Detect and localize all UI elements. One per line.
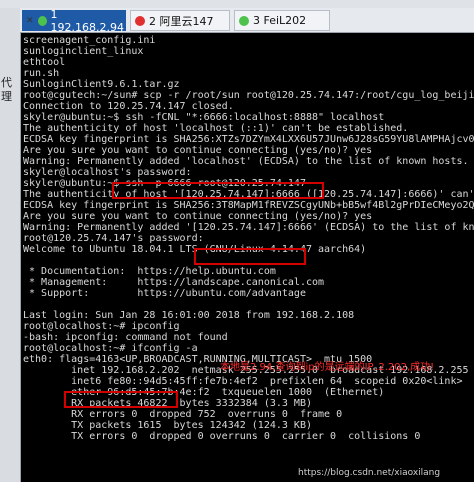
left-sidebar-panel: 代 理: [0, 8, 21, 482]
terminal-line: skyler@localhost's password:: [23, 167, 192, 178]
terminal-line: Are you sure you want to continue connec…: [23, 211, 373, 222]
terminal-line: Warning: Permanently added '[120.25.74.1…: [23, 222, 474, 233]
terminal-line: ECDSA key fingerprint is SHA256:XTZs7DZY…: [23, 134, 474, 145]
terminal-line: * Management: https://landscape.canonica…: [23, 277, 325, 288]
terminal-line: root@120.25.74.147's password:: [23, 233, 204, 244]
tab-label: 2 阿里云147: [149, 14, 214, 28]
annotation-note: 本地是2.94,查询到ip的是远端的IP..2.202,成功!: [220, 362, 435, 373]
terminal-line: Last login: Sun Jan 28 16:01:00 2018 fro…: [23, 310, 355, 321]
tab-label: 3 FeiL202: [253, 14, 307, 27]
terminal-line: sunloginclient_linux: [23, 46, 144, 57]
tab-session-3[interactable]: 3 FeiL202: [234, 10, 330, 31]
highlight-password-field: [194, 248, 306, 265]
terminal-line: inet6 fe80::94d5:45ff:fe7b:4ef2 prefixle…: [23, 376, 463, 387]
terminal-line: * Documentation: https://help.ubuntu.com: [23, 266, 276, 277]
highlight-inet-address: [64, 391, 178, 408]
terminal-line: The authenticity of host 'localhost (::1…: [23, 123, 409, 134]
terminal-line: ethtool: [23, 57, 66, 68]
status-dot-icon: [135, 15, 145, 26]
terminal-line: screenagent_config.ini: [23, 35, 156, 46]
highlight-ssh-command: [112, 182, 324, 199]
terminal-line: root@localhost:~# ipconfig: [23, 321, 180, 332]
terminal-line: ECDSA key fingerprint is SHA256:3T8MapM1…: [23, 200, 474, 211]
terminal-line: Warning: Permanently added 'localhost' (…: [23, 156, 469, 167]
status-dot-icon: [239, 15, 249, 26]
terminal-line: RX errors 0 dropped 752 overruns 0 frame…: [23, 409, 343, 420]
tab-session-1[interactable]: ✕ 1 192.168.2.94: [22, 7, 126, 34]
terminal-line: run.sh: [23, 68, 60, 79]
session-tab-bar: ✕ 1 192.168.2.94 2 阿里云147 3 FeiL202: [20, 7, 474, 34]
close-icon[interactable]: ✕: [26, 16, 34, 26]
terminal-line: skyler@ubuntu:~$ ssh -fCNL "*:6666:local…: [23, 112, 385, 123]
terminal-line: root@localhost:~# ifconfig -a: [23, 343, 198, 354]
sidebar-label-2: 理: [1, 90, 12, 103]
terminal-output[interactable]: screenagent_config.ini sunloginclient_lin…: [20, 33, 474, 482]
tab-label: 1 192.168.2.94: [50, 7, 125, 34]
terminal-line: TX packets 1615 bytes 124342 (124.3 KB): [23, 420, 312, 431]
terminal-line: * Support: https://ubuntu.com/advantage: [23, 288, 306, 299]
terminal-line: TX errors 0 dropped 0 overruns 0 carrier…: [23, 431, 421, 442]
watermark-text: https://blog.csdn.net/xiaoxilang: [298, 468, 441, 478]
terminal-line: -bash: ipconfig: command not found: [23, 332, 228, 343]
terminal-line: root@cgutech:~/sun# scp -r /root/sun roo…: [23, 90, 474, 101]
status-dot-icon: [37, 15, 47, 26]
terminal-line: Connection to 120.25.74.147 closed.: [23, 101, 234, 112]
terminal-line: SunloginClient9.6.1.tar.gz: [23, 79, 180, 90]
terminal-line: Are you sure you want to continue connec…: [23, 145, 373, 156]
tab-session-2[interactable]: 2 阿里云147: [130, 10, 230, 31]
